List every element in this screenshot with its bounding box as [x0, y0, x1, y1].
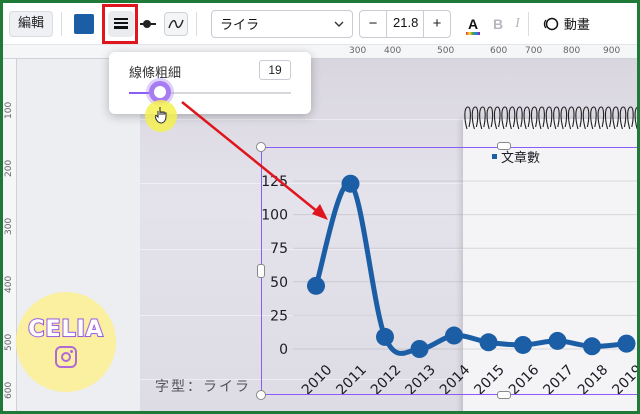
- celia-watermark: CELIA: [16, 292, 116, 392]
- hand-cursor-icon: [155, 107, 167, 124]
- watermark-text: CELIA: [27, 316, 104, 343]
- line-weight-highlight: [102, 4, 138, 44]
- instagram-icon: [55, 345, 77, 368]
